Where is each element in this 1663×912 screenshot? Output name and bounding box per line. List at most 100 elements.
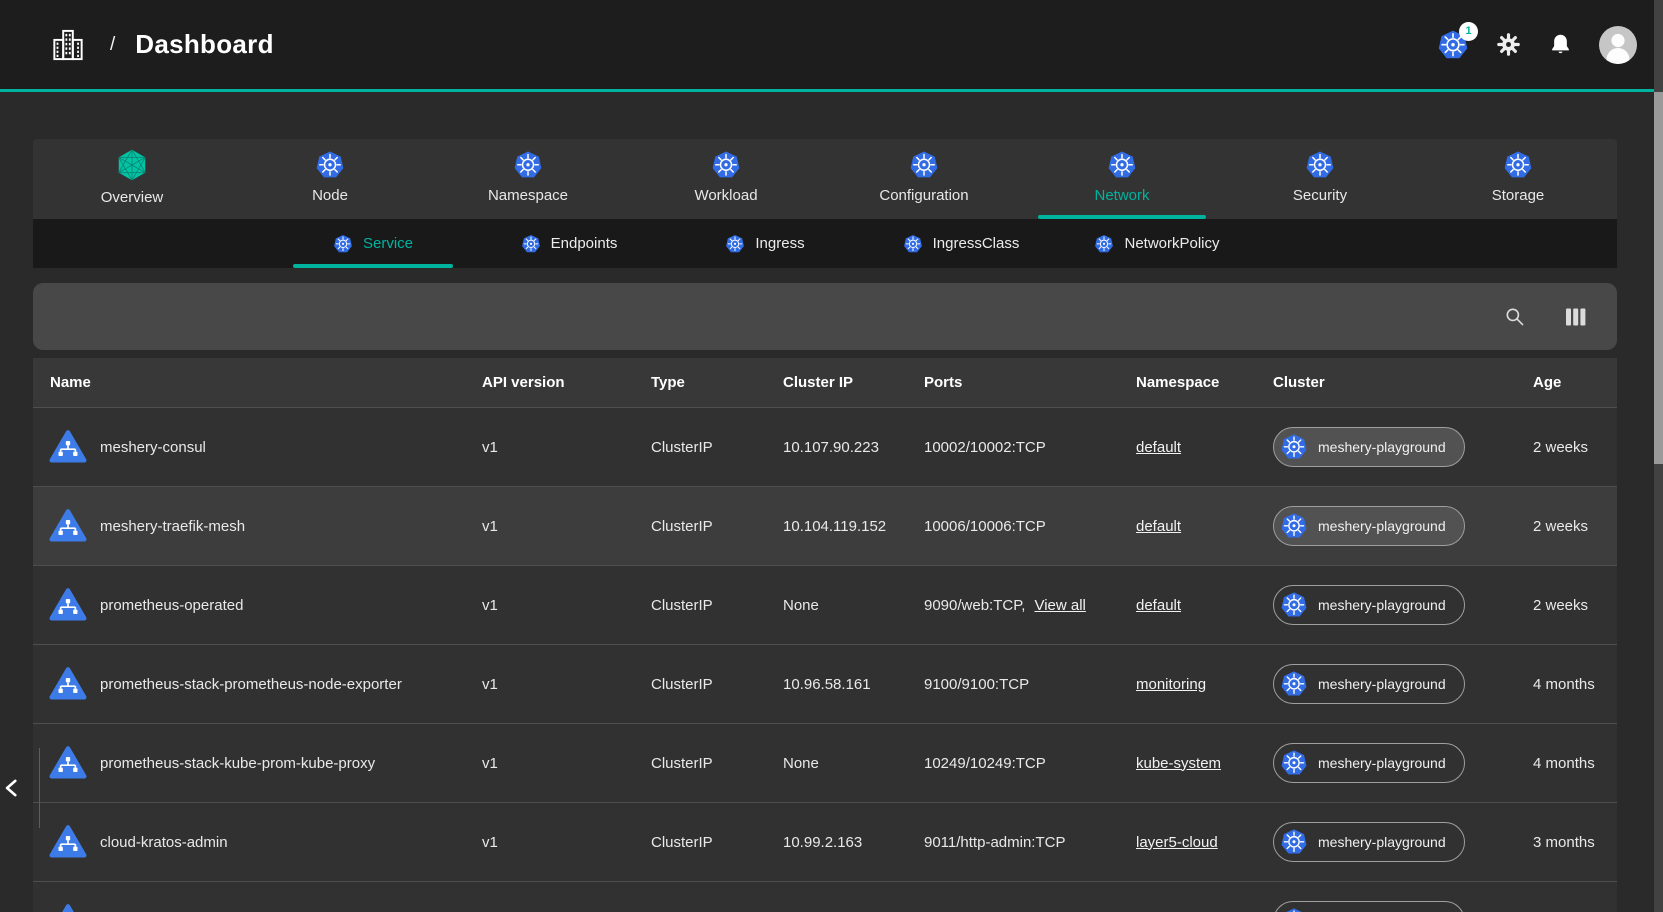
table-toolbar bbox=[33, 283, 1617, 350]
table-row[interactable]: prometheus-stack-prometheus-node-exporte… bbox=[33, 644, 1617, 723]
age-cell: 2 weeks bbox=[1533, 439, 1617, 456]
gear-icon[interactable] bbox=[1495, 31, 1522, 58]
type-cell: ClusterIP bbox=[651, 834, 783, 851]
namespace-link[interactable]: default bbox=[1136, 439, 1181, 456]
search-button[interactable] bbox=[1495, 298, 1533, 336]
column-header[interactable]: API version bbox=[482, 374, 651, 391]
chevron-left-icon bbox=[0, 776, 24, 800]
namespace-link[interactable]: layer5-cloud bbox=[1136, 834, 1218, 851]
kubernetes-icon bbox=[521, 234, 541, 254]
cluster-chip[interactable]: meshery-playground bbox=[1273, 664, 1465, 704]
tab-label: Workload bbox=[694, 187, 757, 204]
bell-icon[interactable] bbox=[1548, 32, 1573, 57]
namespace-link[interactable]: default bbox=[1136, 597, 1181, 614]
user-avatar[interactable] bbox=[1599, 26, 1637, 64]
kubernetes-icon bbox=[1094, 234, 1114, 254]
column-header[interactable]: Ports bbox=[924, 374, 1136, 391]
service-icon bbox=[48, 821, 88, 863]
cluster-chip[interactable]: meshery-playground bbox=[1273, 901, 1465, 912]
kubernetes-icon bbox=[315, 150, 345, 180]
namespace-cell: layer5-cloud bbox=[1136, 834, 1273, 851]
table-row[interactable]: meshery meshery-playground bbox=[33, 881, 1617, 912]
cluster-cell: meshery-playground bbox=[1273, 743, 1533, 783]
tab-namespace[interactable]: Namespace bbox=[429, 139, 627, 219]
kubernetes-icon bbox=[1280, 670, 1308, 698]
column-header[interactable]: Name bbox=[33, 374, 482, 391]
table-row[interactable]: prometheus-operated v1 ClusterIP None 90… bbox=[33, 565, 1617, 644]
cluster-cell: meshery-playground bbox=[1273, 427, 1533, 467]
service-icon bbox=[48, 426, 88, 468]
cluster-chip-label: meshery-playground bbox=[1318, 676, 1446, 692]
view-all-ports-link[interactable]: View all bbox=[1034, 597, 1085, 614]
tab-storage[interactable]: Storage bbox=[1419, 139, 1617, 219]
sidebar-collapse-button[interactable] bbox=[0, 748, 40, 828]
subtab-label: NetworkPolicy bbox=[1124, 235, 1219, 252]
cluster-chip[interactable]: meshery-playground bbox=[1273, 822, 1465, 862]
cluster-cell: meshery-playground bbox=[1273, 901, 1533, 912]
column-header[interactable]: Type bbox=[651, 374, 783, 391]
service-name: cloud-kratos-admin bbox=[100, 834, 228, 851]
subtab-ingressclass[interactable]: IngressClass bbox=[863, 219, 1059, 268]
cluster-chip-label: meshery-playground bbox=[1318, 597, 1446, 613]
column-header[interactable]: Namespace bbox=[1136, 374, 1273, 391]
subtab-label: Service bbox=[363, 235, 413, 252]
column-header[interactable]: Cluster bbox=[1273, 374, 1533, 391]
kubernetes-icon bbox=[1280, 749, 1308, 777]
tab-workload[interactable]: Workload bbox=[627, 139, 825, 219]
tab-label: Security bbox=[1293, 187, 1347, 204]
cluster-cell: meshery-playground bbox=[1273, 506, 1533, 546]
service-name: prometheus-stack-prometheus-node-exporte… bbox=[100, 676, 402, 693]
cluster-ip-cell: 10.107.90.223 bbox=[783, 439, 924, 456]
table-row[interactable]: meshery-traefik-mesh v1 ClusterIP 10.104… bbox=[33, 486, 1617, 565]
column-header[interactable]: Age bbox=[1533, 374, 1617, 391]
kubernetes-icon bbox=[1280, 591, 1308, 619]
service-icon bbox=[48, 584, 88, 626]
tab-network[interactable]: Network bbox=[1023, 139, 1221, 219]
age-cell: 3 months bbox=[1533, 834, 1617, 851]
subtab-label: Ingress bbox=[755, 235, 804, 252]
table-row[interactable]: prometheus-stack-kube-prom-kube-proxy v1… bbox=[33, 723, 1617, 802]
kubernetes-icon bbox=[903, 234, 923, 254]
tab-configuration[interactable]: Configuration bbox=[825, 139, 1023, 219]
namespace-link[interactable]: kube-system bbox=[1136, 755, 1221, 772]
cluster-chip[interactable]: meshery-playground bbox=[1273, 427, 1465, 467]
subtab-endpoints[interactable]: Endpoints bbox=[471, 219, 667, 268]
cluster-cell: meshery-playground bbox=[1273, 585, 1533, 625]
service-icon bbox=[48, 663, 88, 705]
cluster-chip[interactable]: meshery-playground bbox=[1273, 506, 1465, 546]
column-header[interactable]: Cluster IP bbox=[783, 374, 924, 391]
type-cell: ClusterIP bbox=[651, 518, 783, 535]
scrollbar[interactable] bbox=[1654, 0, 1663, 912]
namespace-cell: kube-system bbox=[1136, 755, 1273, 772]
namespace-link[interactable]: default bbox=[1136, 518, 1181, 535]
connected-clusters-button[interactable]: 1 bbox=[1437, 29, 1469, 61]
subtab-ingress[interactable]: Ingress bbox=[667, 219, 863, 268]
type-cell: ClusterIP bbox=[651, 676, 783, 693]
tab-label: Storage bbox=[1492, 187, 1545, 204]
page-title: Dashboard bbox=[135, 29, 274, 60]
cluster-chip[interactable]: meshery-playground bbox=[1273, 743, 1465, 783]
kubernetes-icon bbox=[333, 234, 353, 254]
cluster-chip[interactable]: meshery-playground bbox=[1273, 585, 1465, 625]
kubernetes-icon bbox=[1280, 433, 1308, 461]
tab-security[interactable]: Security bbox=[1221, 139, 1419, 219]
table-row[interactable]: meshery-consul v1 ClusterIP 10.107.90.22… bbox=[33, 407, 1617, 486]
subtab-service[interactable]: Service bbox=[275, 219, 471, 268]
app-bar: / Dashboard 1 bbox=[0, 0, 1663, 92]
namespace-cell: monitoring bbox=[1136, 676, 1273, 693]
scrollbar-thumb[interactable] bbox=[1654, 92, 1663, 464]
organization-logo-icon[interactable] bbox=[50, 27, 86, 63]
person-icon bbox=[1599, 26, 1637, 64]
view-columns-button[interactable] bbox=[1557, 298, 1595, 336]
tab-node[interactable]: Node bbox=[231, 139, 429, 219]
cluster-chip-label: meshery-playground bbox=[1318, 439, 1446, 455]
appbar-actions: 1 bbox=[1437, 26, 1663, 64]
tab-label: Node bbox=[312, 187, 348, 204]
tab-overview[interactable]: Overview bbox=[33, 139, 231, 219]
resource-tabs: Overview Node Namespace Workload Configu… bbox=[33, 139, 1617, 219]
cluster-ip-cell: 10.96.58.161 bbox=[783, 676, 924, 693]
table-row[interactable]: cloud-kratos-admin v1 ClusterIP 10.99.2.… bbox=[33, 802, 1617, 881]
namespace-link[interactable]: monitoring bbox=[1136, 676, 1206, 693]
services-table: Name API version Type Cluster IP Ports N… bbox=[33, 358, 1617, 912]
subtab-networkpolicy[interactable]: NetworkPolicy bbox=[1059, 219, 1255, 268]
